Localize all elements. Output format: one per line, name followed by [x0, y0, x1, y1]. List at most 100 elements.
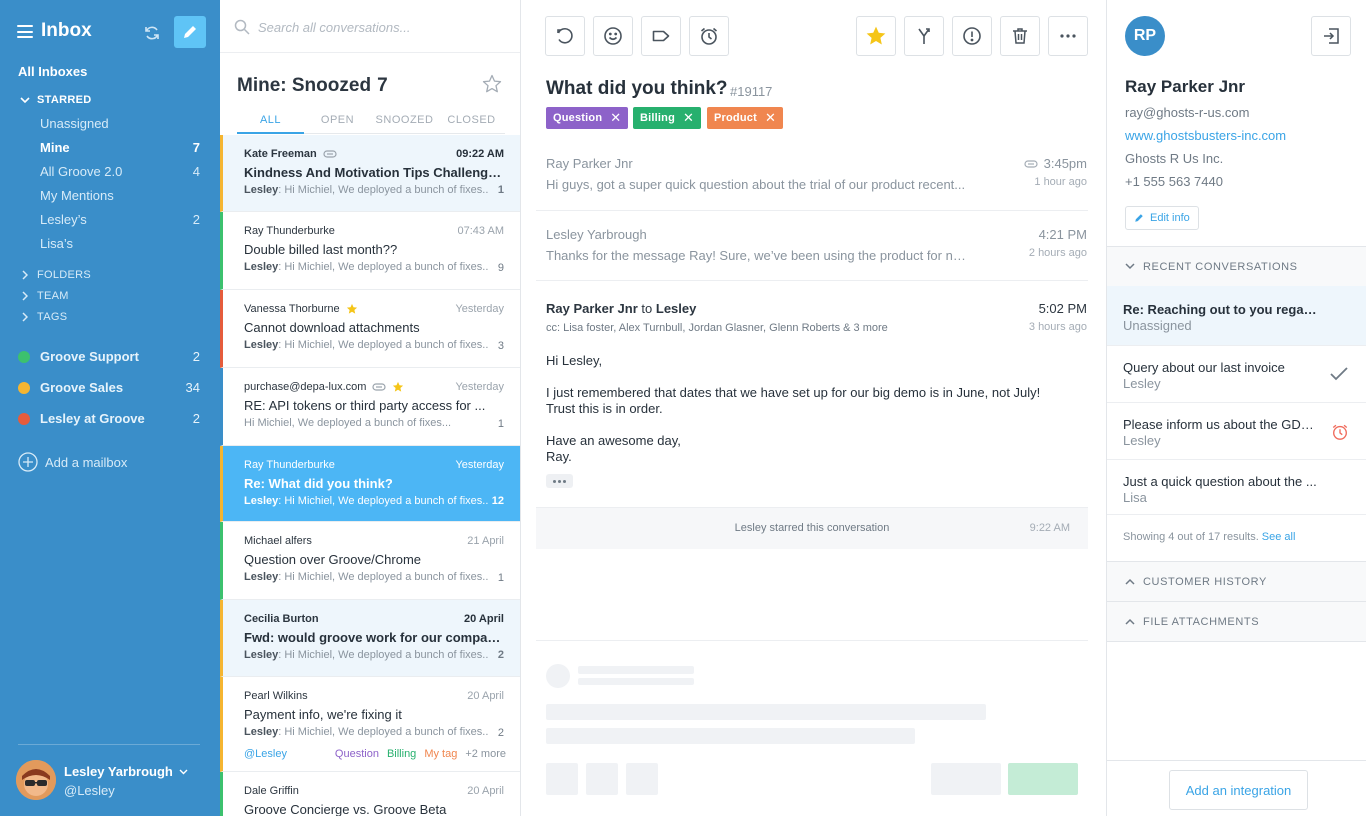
recent-conversation-item[interactable]: Query about our last invoice Lesley [1107, 346, 1366, 403]
tag-my-tag[interactable]: My tag [424, 748, 457, 760]
sidebar-item-lesleys[interactable]: Lesley’s 2 [40, 212, 200, 227]
conversation-snippet: Lesley: Hi Michiel, We deployed a bunch … [244, 339, 488, 351]
more-actions-button[interactable] [1048, 16, 1088, 56]
mailbox-groove-sales[interactable]: Groove Sales 34 [18, 380, 200, 395]
recent-conversation-item[interactable]: Please inform us about the GDPR... Lesle… [1107, 403, 1366, 460]
snooze-button[interactable] [689, 16, 729, 56]
more-tags[interactable]: +2 more [465, 748, 506, 760]
customer-website-link[interactable]: www.ghostsbusters-inc.com [1125, 128, 1286, 143]
all-inboxes-link[interactable]: All Inboxes [18, 64, 87, 79]
mailbox-lesley-at-groove[interactable]: Lesley at Groove 2 [18, 411, 200, 426]
add-mailbox-button[interactable]: Add a mailbox [18, 452, 127, 472]
edit-info-button[interactable]: Edit info [1125, 206, 1199, 230]
user-name: Lesley Yarbrough [64, 764, 173, 779]
conversation-snippet: Hi Michiel, We deployed a bunch of fixes… [244, 417, 488, 429]
sidebar-item-lisas[interactable]: Lisa’s [40, 236, 200, 251]
results-summary: Showing 4 out of 17 results. See all [1123, 531, 1295, 543]
user-menu[interactable]: Lesley Yarbrough [64, 764, 188, 779]
tab-all[interactable]: ALL [237, 114, 304, 126]
conversation-from: Cecilia Burton [244, 613, 319, 625]
show-quoted-button[interactable] [546, 474, 573, 488]
check-icon [1329, 366, 1349, 385]
divider [536, 280, 1088, 281]
customer-company: Ghosts R Us Inc. [1125, 151, 1224, 166]
conversation-row[interactable]: Cecilia Burton 20 April Fwd: would groov… [220, 600, 520, 677]
avatar[interactable] [16, 760, 56, 800]
remove-tag-icon[interactable]: ✕ [683, 110, 694, 126]
mailbox-groove-support[interactable]: Groove Support 2 [18, 349, 200, 364]
conversation-time: 20 April [467, 785, 504, 797]
conversation-row[interactable]: Pearl Wilkins 20 April Payment info, we'… [220, 677, 520, 772]
file-attachments-header[interactable]: FILE ATTACHMENTS [1107, 601, 1366, 642]
conversation-row[interactable]: purchase@depa-lux.com Yesterday RE: API … [220, 368, 520, 446]
tag-billing[interactable]: Billing [387, 748, 416, 760]
status-dot [18, 350, 30, 363]
close-panel-button[interactable] [1311, 16, 1351, 56]
sidebar: Inbox All Inboxes STARRED Unassigned Min… [0, 0, 220, 816]
user-handle: @Lesley [64, 783, 115, 798]
recent-conversation-item[interactable]: Just a quick question about the ... Lisa [1107, 460, 1366, 515]
message-collapsed[interactable]: Lesley Yarbrough 4:21 PM 2 hours ago Tha… [546, 227, 1087, 267]
starred-section[interactable]: STARRED [20, 94, 91, 106]
emoji-button[interactable] [593, 16, 633, 56]
sidebar-section-tags[interactable]: TAGS [22, 311, 67, 323]
compose-button[interactable] [174, 16, 206, 48]
alarm-clock-icon [700, 27, 718, 45]
tag-question[interactable]: Question ✕ [546, 107, 629, 129]
message-count: 1 [497, 572, 504, 584]
star-outline-icon[interactable] [482, 74, 502, 97]
conversation-row[interactable]: Michael alfers 21 April Question over Gr… [220, 522, 520, 600]
starred-label: STARRED [37, 94, 92, 106]
sidebar-item-mine[interactable]: Mine 7 [40, 140, 200, 155]
mention-tag[interactable]: @Lesley [244, 748, 287, 760]
priority-button[interactable] [952, 16, 992, 56]
conversation-subject: Re: What did you think? [244, 476, 393, 491]
snippet-author: Lesley [244, 261, 279, 273]
star-button[interactable] [856, 16, 896, 56]
tag-button[interactable] [641, 16, 681, 56]
section-label: FOLDERS [37, 269, 92, 281]
sidebar-item-all-groove[interactable]: All Groove 2.0 4 [40, 164, 200, 179]
skeleton-line [578, 666, 694, 674]
see-all-link[interactable]: See all [1262, 531, 1296, 543]
conversation-row[interactable]: Kate Freeman 09:22 AM Kindness And Motiv… [220, 135, 520, 212]
message-header: Ray Parker Jnr to Lesley 5:02 PM 3 hours… [546, 301, 1087, 341]
message-cc: cc: Lisa foster, Alex Turnbull, Jordan G… [546, 322, 888, 334]
tag-billing[interactable]: Billing ✕ [633, 107, 702, 129]
add-integration-button[interactable]: Add an integration [1169, 770, 1308, 810]
tag-question[interactable]: Question [335, 748, 379, 760]
conversation-subject: Question over Groove/Chrome [244, 552, 422, 567]
recent-conversations-header[interactable]: RECENT CONVERSATIONS [1107, 246, 1366, 286]
skeleton-line [546, 728, 915, 744]
remove-tag-icon[interactable]: ✕ [765, 110, 776, 126]
tab-open[interactable]: OPEN [304, 114, 371, 126]
refresh-icon[interactable] [143, 24, 161, 45]
tab-snoozed[interactable]: SNOOZED [371, 114, 438, 126]
merge-button[interactable] [904, 16, 944, 56]
conversation-row[interactable]: Vanessa Thorburne Yesterday Cannot downl… [220, 290, 520, 368]
sidebar-item-my-mentions[interactable]: My Mentions [40, 188, 200, 203]
sidebar-item-count: 2 [192, 212, 200, 227]
sidebar-item-unassigned[interactable]: Unassigned [40, 116, 200, 131]
message-collapsed[interactable]: Ray Parker Jnr 3:45pm 1 hour ago Hi guys… [546, 156, 1087, 196]
delete-button[interactable] [1000, 16, 1040, 56]
section-label: FILE ATTACHMENTS [1143, 615, 1260, 628]
recent-conversation-item[interactable]: Re: Reaching out to you regarding... Una… [1107, 286, 1366, 346]
customer-history-header[interactable]: CUSTOMER HISTORY [1107, 561, 1366, 601]
sidebar-section-team[interactable]: TEAM [22, 290, 69, 302]
tag-product[interactable]: Product ✕ [707, 107, 784, 129]
skeleton-button [931, 763, 1001, 795]
conversation-row-selected[interactable]: Ray Thunderburke Yesterday Re: What did … [220, 446, 520, 522]
conversation-row[interactable]: Ray Thunderburke 07:43 AM Double billed … [220, 212, 520, 290]
message-signature: Ray. [546, 449, 572, 464]
tab-closed[interactable]: CLOSED [438, 114, 505, 126]
chevron-right-icon [22, 291, 28, 301]
search-input[interactable] [258, 19, 498, 35]
conversation-row[interactable]: Dale Griffin 20 April Groove Concierge v… [220, 772, 520, 816]
menu-icon[interactable] [17, 25, 33, 38]
remove-tag-icon[interactable]: ✕ [610, 110, 621, 126]
sidebar-section-folders[interactable]: FOLDERS [22, 269, 91, 281]
snippet-text: : Hi Michiel, We deployed a bunch of fix… [278, 339, 488, 351]
undo-button[interactable] [545, 16, 585, 56]
tag-icon [652, 30, 670, 42]
